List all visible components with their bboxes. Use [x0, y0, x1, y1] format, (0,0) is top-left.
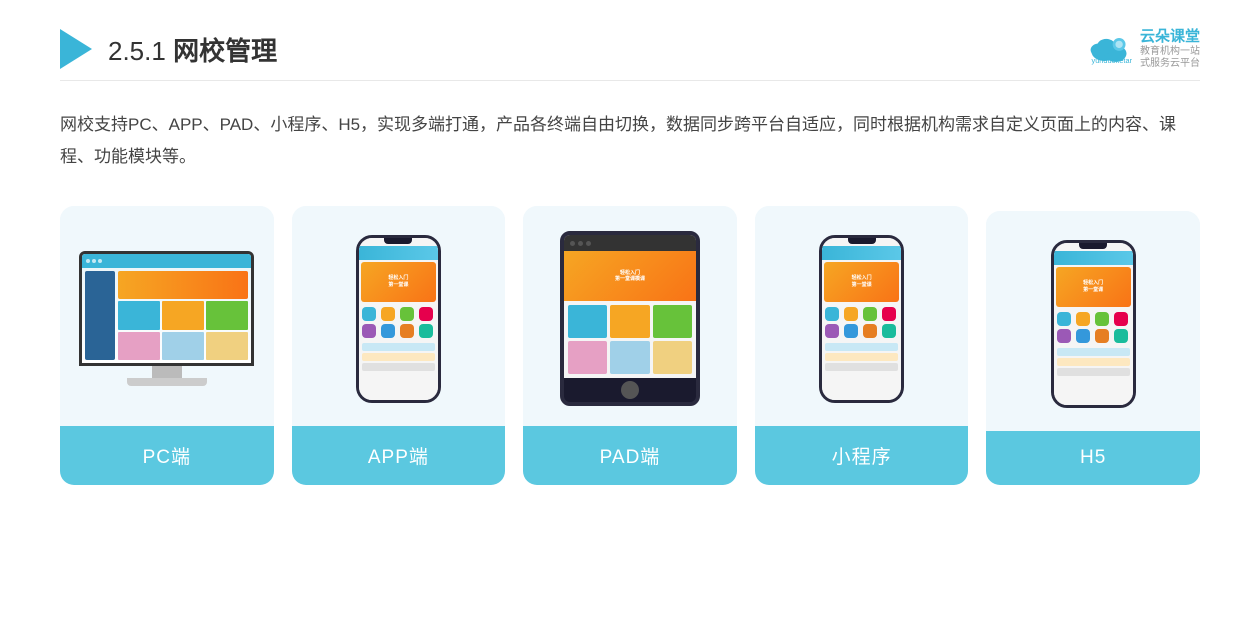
card-pad: 轻松入门第一堂课模课 PAD端 [523, 206, 737, 485]
svg-text:yunduoketang.com: yunduoketang.com [1092, 56, 1132, 65]
page-title: 2.5.1 网校管理 [108, 31, 277, 68]
header: 2.5.1 网校管理 yunduoketang.com 云朵课堂 教育机构一站 [60, 28, 1200, 81]
h5-banner-text: 轻松入门第一堂课 [1083, 280, 1103, 293]
card-mini-image: 轻松入门第一堂课 [755, 206, 969, 426]
mini-banner-text: 轻松入门第一堂课 [852, 275, 872, 288]
card-mini: 轻松入门第一堂课 [755, 206, 969, 485]
card-h5-image: 轻松入门第一堂课 [986, 211, 1200, 431]
card-app-image: 轻松入门第一堂课 [292, 206, 506, 426]
pc-screen [79, 251, 254, 366]
card-h5-label: H5 [986, 431, 1200, 485]
card-pc: PC端 [60, 206, 274, 485]
phone-h5-mockup: 轻松入门第一堂课 [1051, 240, 1136, 408]
page-wrapper: 2.5.1 网校管理 yunduoketang.com 云朵课堂 教育机构一站 [0, 0, 1260, 630]
pad-mockup: 轻松入门第一堂课模课 [560, 231, 700, 406]
app-banner-text: 轻松入门第一堂课 [388, 275, 408, 288]
card-mini-label: 小程序 [755, 426, 969, 485]
phone-screen: 轻松入门第一堂课 [359, 238, 438, 400]
cards-container: PC端 轻松入门第一堂课 [60, 206, 1200, 485]
card-pc-image [60, 206, 274, 426]
card-pad-image: 轻松入门第一堂课模课 [523, 206, 737, 426]
brand-name: 云朵课堂 [1140, 28, 1200, 46]
section-title: 网校管理 [173, 36, 277, 66]
phone-h5-screen: 轻松入门第一堂课 [1054, 243, 1133, 405]
brand-slogan1: 教育机构一站 [1140, 46, 1200, 58]
phone-h5-notch [1079, 243, 1107, 249]
description-text: 网校支持PC、APP、PAD、小程序、H5，实现多端打通，产品各终端自由切换，数… [60, 109, 1200, 174]
card-h5: 轻松入门第一堂课 [986, 211, 1200, 485]
brand-text: 云朵课堂 教育机构一站 式服务云平台 [1140, 28, 1200, 70]
card-app: 轻松入门第一堂课 [292, 206, 506, 485]
card-app-label: APP端 [292, 426, 506, 485]
card-pc-label: PC端 [60, 426, 274, 485]
pad-screen: 轻松入门第一堂课模课 [564, 235, 696, 378]
brand-slogan2: 式服务云平台 [1140, 58, 1200, 70]
brand-logo: yunduoketang.com 云朵课堂 教育机构一站 式服务云平台 [1086, 28, 1200, 70]
brand-cloud-icon: yunduoketang.com [1086, 31, 1132, 67]
card-pad-label: PAD端 [523, 426, 737, 485]
header-left: 2.5.1 网校管理 [60, 29, 277, 69]
phone-mini-screen: 轻松入门第一堂课 [822, 238, 901, 400]
phone-notch [384, 238, 412, 244]
phone-app-mockup: 轻松入门第一堂课 [356, 235, 441, 403]
section-number: 2.5.1 [108, 36, 166, 66]
pad-banner-text: 轻松入门第一堂课模课 [615, 270, 645, 283]
phone-mini-notch [848, 238, 876, 244]
phone-mini-mockup: 轻松入门第一堂课 [819, 235, 904, 403]
logo-triangle-icon [60, 29, 92, 69]
pc-mockup [79, 251, 254, 386]
